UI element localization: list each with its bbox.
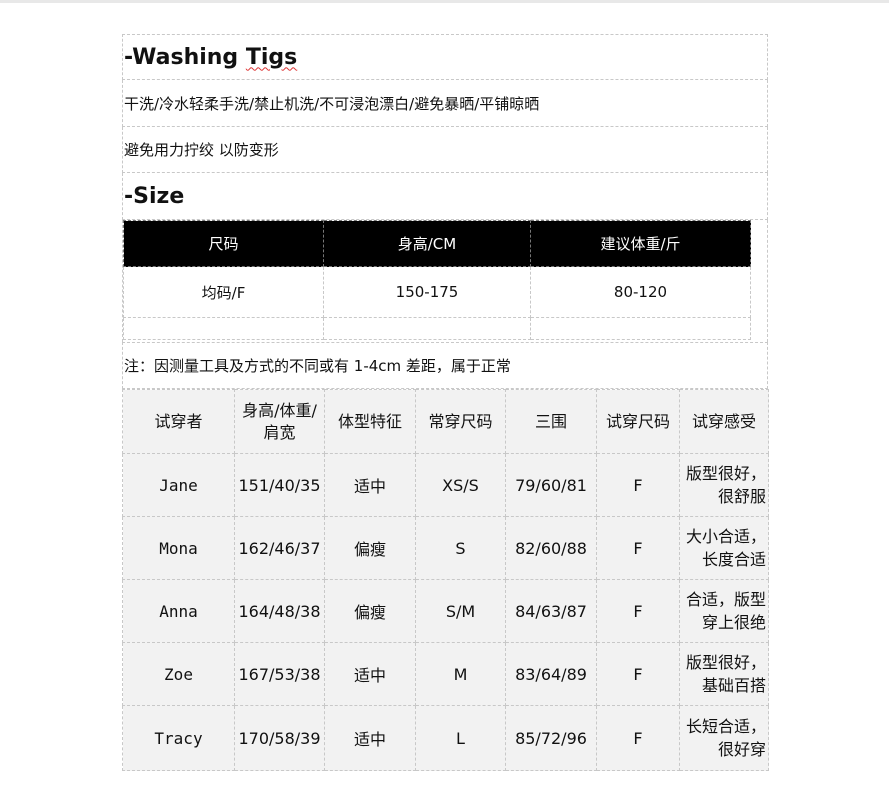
size-header-cell: 身高/CM: [323, 220, 531, 267]
washing-heading-word: Tigs: [245, 44, 298, 70]
size-cell: 80-120: [530, 266, 751, 318]
washing-line-1: 干洗/冷水轻柔手洗/禁止机洗/不可浸泡漂白/避免暴晒/平铺晾晒: [124, 94, 540, 113]
fitting-cell: 长短合适， 很好穿: [679, 705, 769, 771]
fitting-cell: 大小合适， 长度合适: [679, 516, 769, 580]
size-cell: 150-175: [323, 266, 531, 318]
fitting-table: 试穿者 身高/体重/ 肩宽 体型特征 常穿尺码 三围 试穿尺码 试穿感受 Jan…: [122, 389, 769, 771]
empty-cell: [323, 317, 531, 340]
size-header-cell: 尺码: [123, 220, 324, 267]
fitting-cell: F: [596, 705, 680, 771]
fitting-row: Tracy 170/58/39 适中 L 85/72/96 F 长短合适， 很好穿: [122, 705, 769, 771]
size-table-wrapper: 尺码 身高/CM 建议体重/斤 均码/F 150-175 80-120: [122, 220, 768, 342]
fitting-cell: Jane: [122, 453, 235, 517]
fitting-cell: Tracy: [122, 705, 235, 771]
fitting-cell: 79/60/81: [505, 453, 597, 517]
header-text: 体型特征: [337, 411, 402, 431]
fitting-header-cell: 常穿尺码: [415, 389, 506, 454]
fitting-cell: XS/S: [415, 453, 506, 517]
fitting-cell: S/M: [415, 579, 506, 643]
washing-warning-line: 避免用力拧绞 以防变形: [122, 127, 768, 173]
fitting-cell: Mona: [122, 516, 235, 580]
fitting-header-cell: 试穿尺码: [596, 389, 680, 454]
header-text: 试穿感受: [691, 411, 756, 431]
fitting-row: Mona 162/46/37 偏瘦 S 82/60/88 F 大小合适， 长度合适: [122, 516, 769, 580]
empty-cell: [530, 317, 751, 340]
product-info-document: -Washing Tigs 干洗/冷水轻柔手洗/禁止机洗/不可浸泡漂白/避免暴晒…: [122, 34, 769, 771]
size-table-row: 均码/F 150-175 80-120: [123, 266, 751, 318]
size-heading: -Size: [122, 173, 768, 220]
fitting-cell: 83/64/89: [505, 642, 597, 706]
size-cell: 均码/F: [123, 266, 324, 318]
header-text: 试穿者: [154, 411, 203, 431]
fitting-cell: Anna: [122, 579, 235, 643]
washing-line-2: 避免用力拧绞 以防变形: [124, 141, 279, 159]
measurement-note: 注：因测量工具及方式的不同或有 1-4cm 差距，属于正常: [122, 342, 768, 389]
fitting-cell: 85/72/96: [505, 705, 597, 771]
fitting-header-cell: 身高/体重/ 肩宽: [234, 389, 325, 454]
fitting-cell: 167/53/38: [234, 642, 325, 706]
header-text: 三围: [534, 411, 567, 431]
fitting-header-cell: 体型特征: [324, 389, 416, 454]
size-table-empty-row: [123, 317, 751, 340]
fitting-cell: Zoe: [122, 642, 235, 706]
fitting-cell: F: [596, 642, 680, 706]
fitting-header-cell: 三围: [505, 389, 597, 454]
fitting-cell: 适中: [324, 453, 416, 517]
fitting-row: Anna 164/48/38 偏瘦 S/M 84/63/87 F 合适，版型 穿上很绝: [122, 579, 769, 643]
washing-instructions-line: 干洗/冷水轻柔手洗/禁止机洗/不可浸泡漂白/避免暴晒/平铺晾晒: [122, 80, 768, 127]
header-text: 试穿尺码: [605, 411, 670, 431]
fitting-cell: 合适，版型 穿上很绝: [679, 579, 769, 643]
fitting-cell: F: [596, 579, 680, 643]
fitting-cell: 适中: [324, 642, 416, 706]
size-header-cell: 建议体重/斤: [530, 220, 751, 267]
fitting-cell: 偏瘦: [324, 516, 416, 580]
top-divider: [0, 0, 889, 3]
fitting-cell: 162/46/37: [234, 516, 325, 580]
size-heading-text: -Size: [124, 183, 185, 209]
fitting-cell: 适中: [324, 705, 416, 771]
fitting-row: Zoe 167/53/38 适中 M 83/64/89 F 版型很好， 基础百搭: [122, 642, 769, 706]
fitting-cell: M: [415, 642, 506, 706]
washing-heading: -Washing Tigs: [122, 34, 768, 80]
note-text: 注：因测量工具及方式的不同或有 1-4cm 差距，属于正常: [124, 357, 511, 375]
size-table-header-row: 尺码 身高/CM 建议体重/斤: [123, 220, 751, 267]
size-table: 尺码 身高/CM 建议体重/斤 均码/F 150-175 80-120: [123, 220, 751, 340]
fitting-cell: 82/60/88: [505, 516, 597, 580]
fitting-cell: 164/48/38: [234, 579, 325, 643]
header-text: 身高/体重/ 肩宽: [242, 400, 317, 442]
empty-cell: [123, 317, 324, 340]
fitting-header-cell: 试穿感受: [679, 389, 769, 454]
fitting-cell: 版型很好， 基础百搭: [679, 642, 769, 706]
fitting-cell: L: [415, 705, 506, 771]
fitting-header-cell: 试穿者: [122, 389, 235, 454]
fitting-cell: 84/63/87: [505, 579, 597, 643]
fitting-cell: 170/58/39: [234, 705, 325, 771]
washing-heading-prefix: -Washing: [124, 44, 246, 70]
fitting-cell: 151/40/35: [234, 453, 325, 517]
fitting-cell: F: [596, 453, 680, 517]
fitting-cell: 版型很好， 很舒服: [679, 453, 769, 517]
header-text: 常穿尺码: [428, 411, 493, 431]
fitting-header-row: 试穿者 身高/体重/ 肩宽 体型特征 常穿尺码 三围 试穿尺码 试穿感受: [122, 389, 769, 454]
fitting-cell: S: [415, 516, 506, 580]
fitting-cell: 偏瘦: [324, 579, 416, 643]
fitting-row: Jane 151/40/35 适中 XS/S 79/60/81 F 版型很好， 很舒服: [122, 453, 769, 517]
fitting-cell: F: [596, 516, 680, 580]
